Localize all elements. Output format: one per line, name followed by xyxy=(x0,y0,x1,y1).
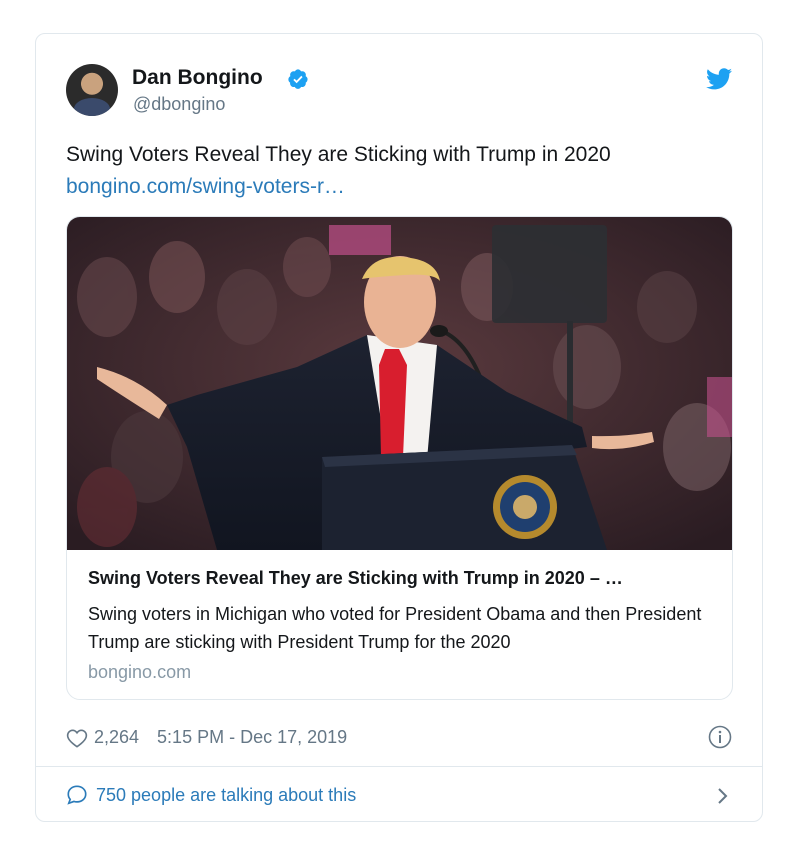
info-icon[interactable] xyxy=(708,725,732,749)
timestamp[interactable]: 5:15 PM - Dec 17, 2019 xyxy=(157,727,347,748)
divider xyxy=(36,766,762,767)
like-count[interactable]: 2,264 xyxy=(94,727,139,748)
tweet-body: Swing Voters Reveal They are Sticking wi… xyxy=(66,143,611,166)
heart-icon[interactable] xyxy=(66,728,88,748)
author-name[interactable]: Dan Bongino xyxy=(132,66,263,90)
speech-bubble-icon xyxy=(67,785,87,805)
conversation-link[interactable]: 750 people are talking about this xyxy=(66,784,356,806)
verified-badge-icon xyxy=(288,69,308,89)
tweet-meta: 2,264 5:15 PM - Dec 17, 2019 xyxy=(66,727,347,748)
author-handle[interactable]: @dbongino xyxy=(133,94,225,115)
card-description: Swing voters in Michigan who voted for P… xyxy=(88,604,702,652)
twitter-bird-icon[interactable] xyxy=(706,68,732,90)
chevron-right-icon[interactable] xyxy=(716,786,730,806)
tweet-link[interactable]: bongino.com/swing-voters-r… xyxy=(66,171,611,203)
card-domain: bongino.com xyxy=(88,662,192,682)
talking-label[interactable]: 750 people are talking about this xyxy=(96,785,356,806)
card-title: Swing Voters Reveal They are Sticking wi… xyxy=(88,568,623,588)
link-preview-card[interactable]: Swing Voters Reveal They are Sticking wi… xyxy=(66,216,733,700)
avatar[interactable] xyxy=(66,64,118,116)
preview-photo xyxy=(67,217,732,550)
tweet-embed-card: Dan Bongino @dbongino Swing Voters Revea… xyxy=(35,33,763,822)
tweet-text: Swing Voters Reveal They are Sticking wi… xyxy=(66,139,611,203)
